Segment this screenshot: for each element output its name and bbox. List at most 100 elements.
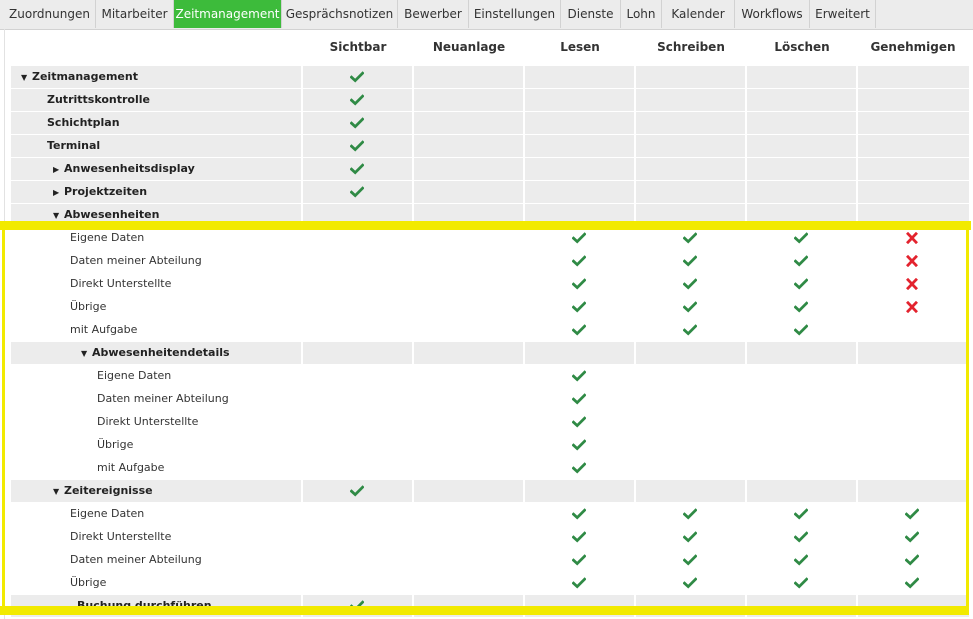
- checkmark-icon[interactable]: [572, 531, 586, 543]
- tab-bewerber[interactable]: Bewerber: [398, 0, 469, 28]
- permission-cell-genehmigen[interactable]: [857, 89, 968, 111]
- checkmark-icon[interactable]: [572, 324, 586, 336]
- tab-einstellungen[interactable]: Einstellungen: [469, 0, 561, 28]
- checkmark-icon[interactable]: [572, 462, 586, 474]
- checkmark-icon[interactable]: [572, 301, 586, 313]
- permission-cell-neuanlage[interactable]: [413, 273, 524, 295]
- permission-cell-lesen[interactable]: [524, 296, 635, 318]
- tab-zeitmanagement[interactable]: Zeitmanagement: [174, 0, 282, 28]
- permission-cell-genehmigen[interactable]: [857, 572, 968, 594]
- permission-cell-neuanlage[interactable]: [413, 342, 524, 364]
- permission-cell-sichtbar[interactable]: [302, 296, 413, 318]
- permission-cell-sichtbar[interactable]: [302, 181, 413, 203]
- checkmark-icon[interactable]: [794, 577, 808, 589]
- permission-cell-neuanlage[interactable]: [413, 457, 524, 479]
- row-label[interactable]: ▼ Zeitereignisse: [53, 480, 153, 502]
- permission-cell-schreiben[interactable]: [635, 112, 746, 134]
- permission-cell-sichtbar[interactable]: [302, 342, 413, 364]
- cross-icon[interactable]: [905, 232, 919, 244]
- permission-cell-lesen[interactable]: [524, 434, 635, 456]
- tab-erweitert[interactable]: Erweitert: [810, 0, 876, 28]
- permission-cell-loeschen[interactable]: [746, 135, 857, 157]
- permission-cell-neuanlage[interactable]: [413, 411, 524, 433]
- permission-cell-genehmigen[interactable]: [857, 549, 968, 571]
- permission-cell-schreiben[interactable]: [635, 319, 746, 341]
- permission-cell-schreiben[interactable]: [635, 388, 746, 410]
- checkmark-icon[interactable]: [905, 577, 919, 589]
- permission-cell-loeschen[interactable]: [746, 388, 857, 410]
- permission-cell-sichtbar[interactable]: [302, 549, 413, 571]
- permission-cell-neuanlage[interactable]: [413, 526, 524, 548]
- permission-cell-loeschen[interactable]: [746, 434, 857, 456]
- permission-cell-genehmigen[interactable]: [857, 250, 968, 272]
- row-label[interactable]: ▶ Anwesenheitsdisplay: [53, 158, 195, 180]
- permission-cell-sichtbar[interactable]: [302, 250, 413, 272]
- permission-cell-lesen[interactable]: [524, 273, 635, 295]
- permission-cell-lesen[interactable]: [524, 89, 635, 111]
- checkmark-icon[interactable]: [905, 554, 919, 566]
- permission-cell-lesen[interactable]: [524, 227, 635, 249]
- permission-cell-sichtbar[interactable]: [302, 319, 413, 341]
- checkmark-icon[interactable]: [572, 232, 586, 244]
- triangle-down-icon[interactable]: ▼: [53, 481, 64, 503]
- permission-cell-lesen[interactable]: [524, 388, 635, 410]
- permission-cell-sichtbar[interactable]: [302, 89, 413, 111]
- permission-cell-schreiben[interactable]: [635, 250, 746, 272]
- permission-cell-loeschen[interactable]: [746, 227, 857, 249]
- permission-cell-schreiben[interactable]: [635, 572, 746, 594]
- tab-mitarbeiter[interactable]: Mitarbeiter: [96, 0, 174, 28]
- checkmark-icon[interactable]: [683, 577, 697, 589]
- permission-cell-neuanlage[interactable]: [413, 572, 524, 594]
- permission-cell-loeschen[interactable]: [746, 158, 857, 180]
- permission-cell-genehmigen[interactable]: [857, 158, 968, 180]
- permission-cell-loeschen[interactable]: [746, 526, 857, 548]
- permission-cell-lesen[interactable]: [524, 158, 635, 180]
- permission-cell-sichtbar[interactable]: [302, 135, 413, 157]
- permission-cell-lesen[interactable]: [524, 480, 635, 502]
- permission-cell-schreiben[interactable]: [635, 66, 746, 88]
- permission-cell-loeschen[interactable]: [746, 411, 857, 433]
- permission-cell-genehmigen[interactable]: [857, 526, 968, 548]
- permission-cell-genehmigen[interactable]: [857, 135, 968, 157]
- permission-cell-neuanlage[interactable]: [413, 135, 524, 157]
- permission-cell-genehmigen[interactable]: [857, 503, 968, 525]
- checkmark-icon[interactable]: [683, 255, 697, 267]
- permission-cell-loeschen[interactable]: [746, 549, 857, 571]
- permission-cell-schreiben[interactable]: [635, 434, 746, 456]
- checkmark-icon[interactable]: [572, 255, 586, 267]
- permission-cell-lesen[interactable]: [524, 411, 635, 433]
- checkmark-icon[interactable]: [572, 370, 586, 382]
- checkmark-icon[interactable]: [572, 554, 586, 566]
- row-label[interactable]: ▼ Abwesenheitendetails: [81, 342, 230, 364]
- checkmark-icon[interactable]: [794, 278, 808, 290]
- tab-dienste[interactable]: Dienste: [561, 0, 621, 28]
- permission-cell-schreiben[interactable]: [635, 503, 746, 525]
- permission-cell-lesen[interactable]: [524, 181, 635, 203]
- permission-cell-neuanlage[interactable]: [413, 66, 524, 88]
- permission-cell-sichtbar[interactable]: [302, 273, 413, 295]
- permission-cell-loeschen[interactable]: [746, 250, 857, 272]
- permission-cell-neuanlage[interactable]: [413, 158, 524, 180]
- permission-cell-genehmigen[interactable]: [857, 227, 968, 249]
- permission-cell-schreiben[interactable]: [635, 480, 746, 502]
- permission-cell-loeschen[interactable]: [746, 342, 857, 364]
- permission-cell-genehmigen[interactable]: [857, 365, 968, 387]
- permission-cell-loeschen[interactable]: [746, 181, 857, 203]
- row-label[interactable]: ▶ Projektzeiten: [53, 181, 147, 203]
- checkmark-icon[interactable]: [572, 393, 586, 405]
- permission-cell-schreiben[interactable]: [635, 365, 746, 387]
- checkmark-icon[interactable]: [683, 232, 697, 244]
- permission-cell-neuanlage[interactable]: [413, 549, 524, 571]
- permission-cell-lesen[interactable]: [524, 503, 635, 525]
- permission-cell-sichtbar[interactable]: [302, 526, 413, 548]
- permission-cell-schreiben[interactable]: [635, 526, 746, 548]
- permission-cell-sichtbar[interactable]: [302, 480, 413, 502]
- permission-cell-loeschen[interactable]: [746, 572, 857, 594]
- permission-cell-neuanlage[interactable]: [413, 296, 524, 318]
- permission-cell-sichtbar[interactable]: [302, 158, 413, 180]
- permission-cell-genehmigen[interactable]: [857, 66, 968, 88]
- permission-cell-lesen[interactable]: [524, 135, 635, 157]
- checkmark-icon[interactable]: [350, 186, 364, 198]
- triangle-down-icon[interactable]: ▼: [21, 67, 32, 89]
- permission-cell-lesen[interactable]: [524, 319, 635, 341]
